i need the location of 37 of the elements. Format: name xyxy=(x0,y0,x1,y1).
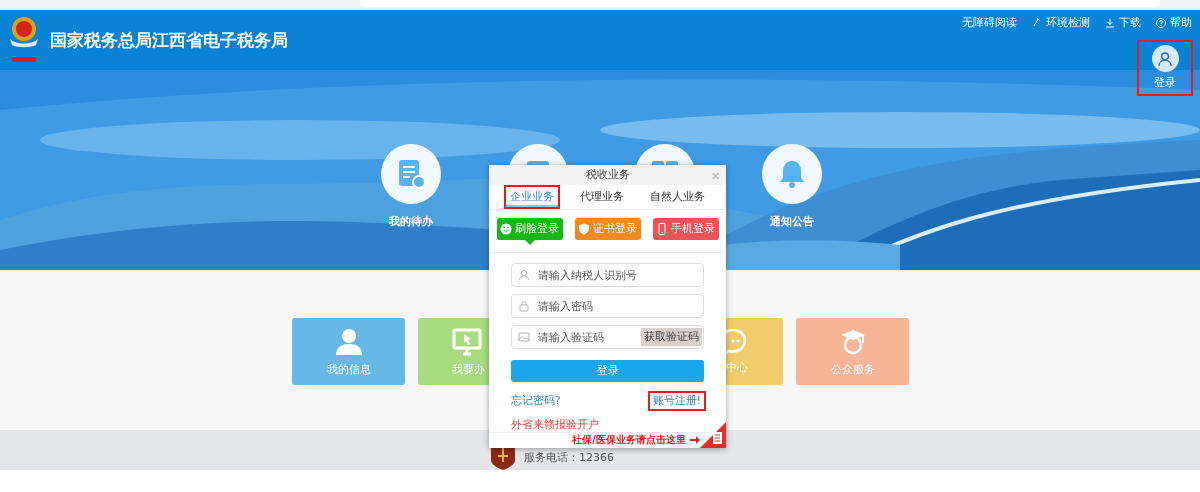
phone-icon xyxy=(656,222,668,235)
forgot-password-link[interactable]: 忘记密码? xyxy=(511,393,561,408)
person-icon xyxy=(333,326,364,357)
download-icon xyxy=(1104,16,1116,29)
login-method-button[interactable]: 证书登录 xyxy=(574,217,641,240)
business-tab[interactable]: 自然人业务 xyxy=(644,184,711,209)
social-security-link[interactable]: 社保/医保业务请点击这里 xyxy=(572,433,686,448)
header-link[interactable]: 环境检测 xyxy=(1031,15,1090,30)
feature-label: 我的待办 xyxy=(389,214,433,229)
business-tab[interactable]: 代理业务 xyxy=(574,184,630,209)
monitor-cursor-icon xyxy=(452,326,482,357)
input-field[interactable]: 请输入密码 xyxy=(511,293,704,318)
lock-icon xyxy=(518,299,530,312)
login-button[interactable]: 登录 xyxy=(511,359,704,382)
open-account-link[interactable]: 外省来赣报验开户 xyxy=(511,417,704,432)
input-field[interactable]: 请输入纳税人识别号 xyxy=(511,262,704,287)
feature-label: 通知公告 xyxy=(770,214,814,229)
image-icon xyxy=(518,330,530,343)
header-link[interactable]: 下载 xyxy=(1104,15,1141,30)
help-icon xyxy=(1155,16,1167,29)
header-link[interactable]: 帮助 xyxy=(1155,15,1192,30)
site-title: 国家税务总局江西省电子税务局 xyxy=(50,28,288,52)
register-link[interactable]: 账号注册! xyxy=(647,390,706,411)
shield-icon xyxy=(578,222,590,235)
smile-icon xyxy=(500,222,512,235)
user-icon xyxy=(518,268,530,281)
business-tab[interactable]: 企业业务 xyxy=(504,184,560,209)
user-icon xyxy=(1157,50,1173,67)
login-method-button[interactable]: 刷脸登录 xyxy=(496,217,563,240)
service-tile[interactable]: 我的信息 xyxy=(292,318,405,385)
login-method-button[interactable]: 手机登录 xyxy=(652,217,719,240)
wrench-icon xyxy=(1031,16,1043,29)
arrow-icon xyxy=(690,436,700,445)
emblem-logo xyxy=(10,17,38,63)
service-phone: 服务电话：12366 xyxy=(524,450,614,465)
header-link[interactable]: 无障碍阅读 xyxy=(962,15,1017,30)
dialog-title: 税收业务 xyxy=(585,167,630,183)
